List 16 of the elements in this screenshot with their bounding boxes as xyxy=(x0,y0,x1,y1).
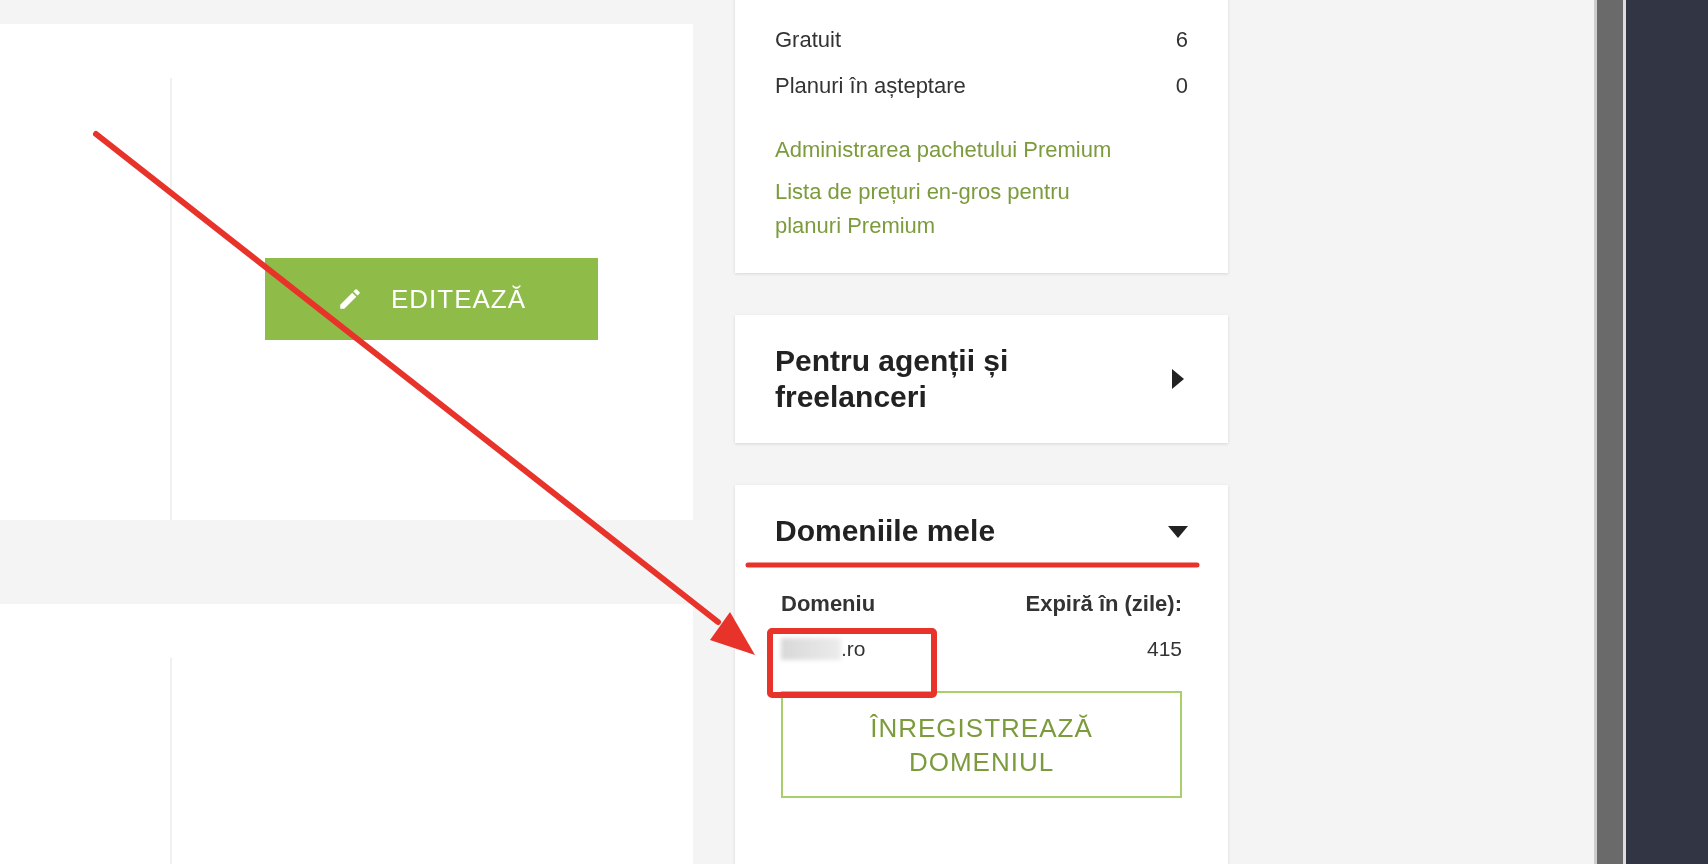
domain-name: .ro xyxy=(841,637,866,661)
plan-label: Planuri în așteptare xyxy=(775,72,966,100)
column-header: Expiră în (zile): xyxy=(1025,591,1182,617)
column-header: Domeniu xyxy=(781,591,876,617)
register-domain-button[interactable]: ÎNREGISTREAZĂ DOMENIUL xyxy=(781,691,1182,798)
redaction-blur xyxy=(781,638,841,660)
edit-button[interactable]: EDITEAZĂ xyxy=(265,258,598,340)
link[interactable]: Lista de prețuri en-gros pentru planuri Premium xyxy=(775,175,1125,243)
card-title: Domeniile mele xyxy=(775,513,996,549)
plan-count: 0 xyxy=(1175,73,1188,99)
link[interactable]: Administrarea pachetului Premium xyxy=(775,133,1125,167)
scrollbar[interactable] xyxy=(1594,0,1626,864)
days-to-expiry: 415 xyxy=(1146,637,1182,661)
plan-count: 6 xyxy=(1175,27,1188,53)
plan-label: Gratuit xyxy=(775,26,842,54)
card-title: Pentru agenții și freelanceri xyxy=(775,343,1010,415)
